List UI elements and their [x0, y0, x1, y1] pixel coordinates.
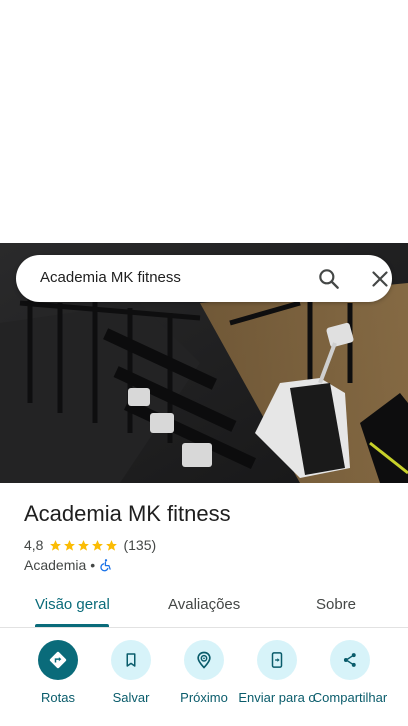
- search-input[interactable]: Academia MK fitness: [40, 269, 181, 286]
- tab-about[interactable]: Sobre: [316, 596, 356, 613]
- tab-overview[interactable]: Visão geral: [35, 596, 110, 613]
- send-to-phone-label: Enviar para o: [238, 690, 316, 705]
- nearby-button[interactable]: Próximo: [165, 640, 243, 705]
- nearby-icon: [184, 640, 224, 680]
- save-label: Salvar: [112, 690, 150, 705]
- star-icon: [92, 539, 104, 551]
- separator-dot: •: [90, 557, 96, 573]
- active-tab-indicator: [35, 624, 109, 627]
- search-icon[interactable]: [316, 266, 342, 292]
- tab-reviews[interactable]: Avaliações: [168, 596, 240, 613]
- rating-row[interactable]: 4,8 (135): [24, 536, 156, 554]
- directions-button[interactable]: Rotas: [19, 640, 97, 705]
- nearby-label: Próximo: [180, 690, 228, 705]
- directions-label: Rotas: [41, 690, 75, 705]
- map-area-blank: [0, 0, 408, 243]
- star-icon: [50, 539, 62, 551]
- star-rating: [49, 539, 118, 552]
- star-icon: [78, 539, 90, 551]
- star-icon: [64, 539, 76, 551]
- category-row: Academia •: [24, 556, 113, 574]
- share-button[interactable]: Compartilhar: [311, 640, 389, 705]
- review-count[interactable]: (135): [123, 537, 156, 553]
- place-tabs: Visão geral Avaliações Sobre: [0, 585, 408, 628]
- share-icon: [330, 640, 370, 680]
- bookmark-icon: [111, 640, 151, 680]
- close-icon[interactable]: [367, 266, 393, 292]
- send-to-phone-icon: [257, 640, 297, 680]
- star-icon: [106, 539, 118, 551]
- save-button[interactable]: Salvar: [92, 640, 170, 705]
- directions-icon: [38, 640, 78, 680]
- place-category: Academia: [24, 557, 87, 573]
- share-label: Compartilhar: [312, 690, 388, 705]
- place-title: Academia MK fitness: [24, 501, 231, 526]
- action-buttons: Rotas Salvar Próximo Enviar para o Compa…: [0, 640, 408, 726]
- search-bar[interactable]: Academia MK fitness: [16, 255, 392, 302]
- rating-value: 4,8: [24, 537, 44, 553]
- send-to-phone-button[interactable]: Enviar para o: [238, 640, 316, 705]
- wheelchair-accessible-icon: [99, 558, 113, 572]
